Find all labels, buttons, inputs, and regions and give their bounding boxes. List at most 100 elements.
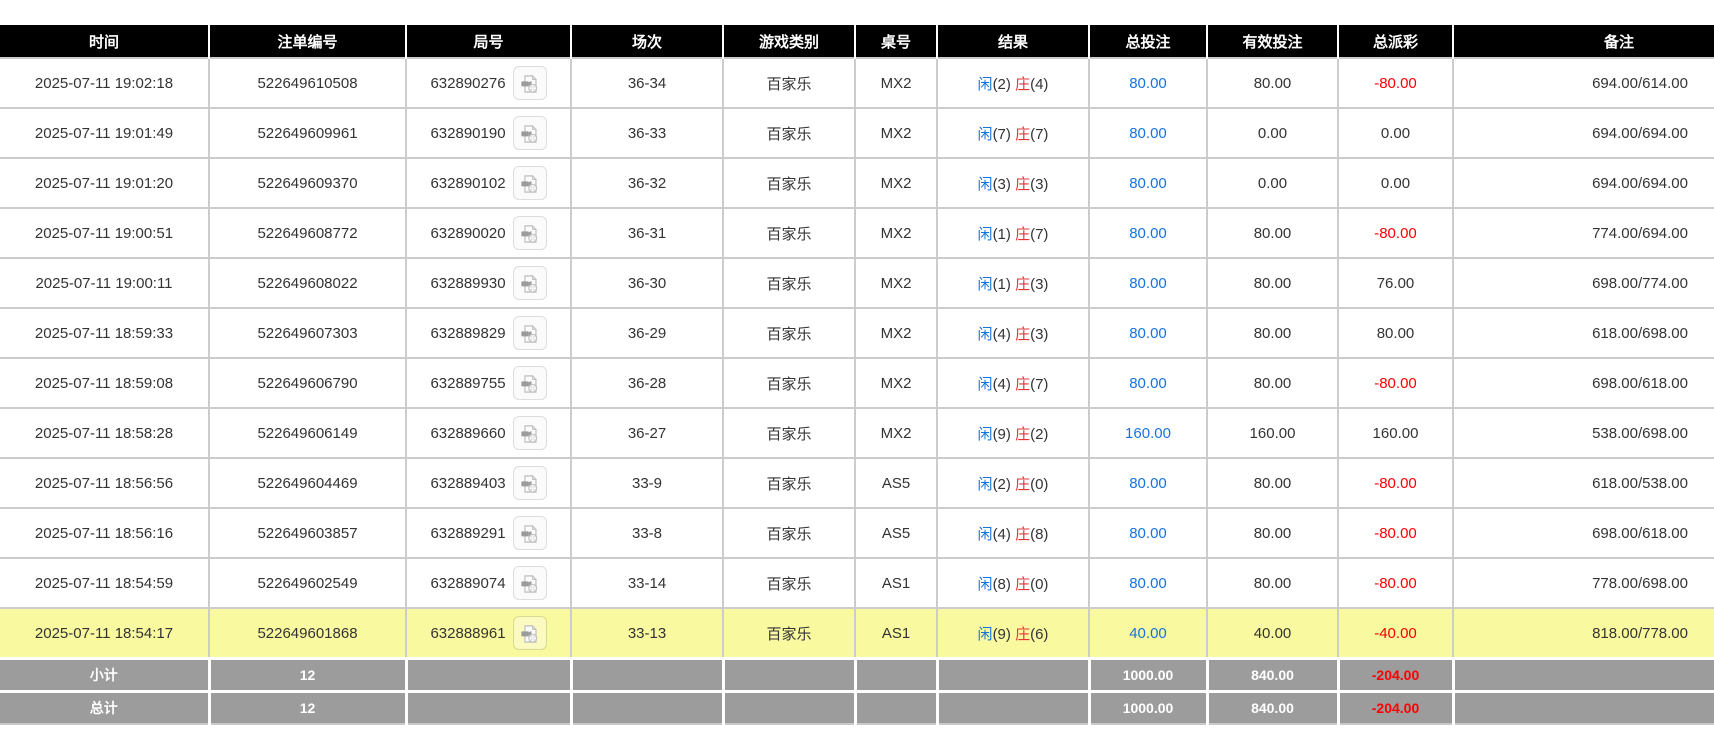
result-banker-score: (7) (1030, 126, 1048, 143)
cell-total-bet[interactable]: 80.00 (1089, 258, 1207, 308)
summary-total-payout: -204.00 (1338, 659, 1453, 692)
result-player-score: (4) (993, 526, 1011, 543)
round-number: 632889829 (430, 325, 505, 342)
cell-game-type: 百家乐 (723, 408, 855, 458)
cell-total-bet[interactable]: 40.00 (1089, 608, 1207, 659)
cell-total-bet[interactable]: 80.00 (1089, 458, 1207, 508)
round-number: 632889074 (430, 575, 505, 592)
cell-bet-number: 522649609370 (209, 158, 406, 208)
cell-remark: 538.00/698.00 (1453, 408, 1714, 458)
cell-time: 2025-07-11 18:54:59 (0, 558, 209, 608)
cell-time: 2025-07-11 18:56:16 (0, 508, 209, 558)
summary-empty-remark (1453, 659, 1714, 692)
video-file-icon (519, 73, 541, 95)
cell-total-bet[interactable]: 80.00 (1089, 308, 1207, 358)
cell-bet-number: 522649606790 (209, 358, 406, 408)
cell-time: 2025-07-11 18:59:33 (0, 308, 209, 358)
cell-valid-bet: 80.00 (1207, 508, 1338, 558)
result-player-score: (1) (993, 276, 1011, 293)
result-player-label: 闲 (978, 326, 993, 343)
video-replay-button[interactable] (513, 566, 547, 600)
cell-total-payout: -80.00 (1338, 458, 1453, 508)
table-row[interactable]: 2025-07-11 18:56:16 522649603857 6328892… (0, 508, 1714, 558)
cell-session: 36-27 (571, 408, 723, 458)
video-replay-button[interactable] (513, 266, 547, 300)
table-row[interactable]: 2025-07-11 18:59:08 522649606790 6328897… (0, 358, 1714, 408)
summary-valid-bet: 840.00 (1207, 659, 1338, 692)
cell-round-number: 632890020 (406, 208, 571, 258)
table-header-row: 时间注单编号局号场次游戏类别桌号结果总投注有效投注总派彩备注 (0, 25, 1714, 58)
video-replay-button[interactable] (513, 216, 547, 250)
summary-empty-round (406, 659, 571, 692)
video-replay-button[interactable] (513, 316, 547, 350)
table-row[interactable]: 2025-07-11 19:00:11 522649608022 6328899… (0, 258, 1714, 308)
cell-total-payout: 76.00 (1338, 258, 1453, 308)
table-row[interactable]: 2025-07-11 19:00:51 522649608772 6328900… (0, 208, 1714, 258)
video-replay-button[interactable] (513, 516, 547, 550)
video-replay-button[interactable] (513, 116, 547, 150)
cell-game-type: 百家乐 (723, 608, 855, 659)
cell-remark: 694.00/614.00 (1453, 58, 1714, 108)
cell-remark: 698.00/618.00 (1453, 508, 1714, 558)
cell-round-number: 632890190 (406, 108, 571, 158)
cell-bet-number: 522649603857 (209, 508, 406, 558)
cell-table-number: MX2 (855, 258, 937, 308)
cell-total-bet[interactable]: 80.00 (1089, 508, 1207, 558)
video-replay-button[interactable] (513, 466, 547, 500)
cell-result: 闲(9) 庄(6) (937, 608, 1089, 659)
table-row[interactable]: 2025-07-11 19:01:20 522649609370 6328901… (0, 158, 1714, 208)
column-header-remark: 备注 (1453, 25, 1714, 58)
cell-bet-number: 522649608772 (209, 208, 406, 258)
round-number: 632889755 (430, 375, 505, 392)
cell-total-bet[interactable]: 80.00 (1089, 108, 1207, 158)
video-replay-button[interactable] (513, 166, 547, 200)
cell-game-type: 百家乐 (723, 158, 855, 208)
result-player-label: 闲 (978, 276, 993, 293)
result-banker-label: 庄 (1015, 126, 1030, 143)
video-replay-button[interactable] (513, 416, 547, 450)
cell-session: 36-34 (571, 58, 723, 108)
cell-result: 闲(3) 庄(3) (937, 158, 1089, 208)
table-row[interactable]: 2025-07-11 19:01:49 522649609961 6328901… (0, 108, 1714, 158)
cell-total-bet[interactable]: 160.00 (1089, 408, 1207, 458)
video-replay-button[interactable] (513, 366, 547, 400)
column-header-round: 局号 (406, 25, 571, 58)
cell-bet-number: 522649608022 (209, 258, 406, 308)
result-banker-label: 庄 (1015, 376, 1030, 393)
video-file-icon (519, 323, 541, 345)
cell-valid-bet: 40.00 (1207, 608, 1338, 659)
round-number: 632890020 (430, 225, 505, 242)
cell-total-bet[interactable]: 80.00 (1089, 208, 1207, 258)
column-header-table_no: 桌号 (855, 25, 937, 58)
cell-total-bet[interactable]: 80.00 (1089, 358, 1207, 408)
table-row[interactable]: 2025-07-11 18:54:17 522649601868 6328889… (0, 608, 1714, 659)
cell-valid-bet: 0.00 (1207, 108, 1338, 158)
video-replay-button[interactable] (513, 616, 547, 650)
video-file-icon (519, 223, 541, 245)
result-banker-label: 庄 (1015, 326, 1030, 343)
result-banker-label: 庄 (1015, 176, 1030, 193)
cell-round-number: 632889660 (406, 408, 571, 458)
summary-total-bet: 1000.00 (1089, 692, 1207, 725)
round-number: 632888961 (430, 625, 505, 642)
cell-total-bet[interactable]: 80.00 (1089, 558, 1207, 608)
table-row[interactable]: 2025-07-11 18:54:59 522649602549 6328890… (0, 558, 1714, 608)
video-file-icon (519, 523, 541, 545)
cell-table-number: MX2 (855, 308, 937, 358)
table-row[interactable]: 2025-07-11 18:56:56 522649604469 6328894… (0, 458, 1714, 508)
video-file-icon (519, 573, 541, 595)
result-player-label: 闲 (978, 526, 993, 543)
result-player-score: (4) (993, 376, 1011, 393)
cell-table-number: AS5 (855, 458, 937, 508)
cell-total-bet[interactable]: 80.00 (1089, 58, 1207, 108)
summary-total-bet: 1000.00 (1089, 659, 1207, 692)
table-row[interactable]: 2025-07-11 19:02:18 522649610508 6328902… (0, 58, 1714, 108)
result-banker-label: 庄 (1015, 226, 1030, 243)
video-replay-button[interactable] (513, 66, 547, 100)
result-player-score: (9) (993, 426, 1011, 443)
column-header-valid_bet: 有效投注 (1207, 25, 1338, 58)
table-row[interactable]: 2025-07-11 18:59:33 522649607303 6328898… (0, 308, 1714, 358)
cell-total-bet[interactable]: 80.00 (1089, 158, 1207, 208)
cell-result: 闲(7) 庄(7) (937, 108, 1089, 158)
table-row[interactable]: 2025-07-11 18:58:28 522649606149 6328896… (0, 408, 1714, 458)
